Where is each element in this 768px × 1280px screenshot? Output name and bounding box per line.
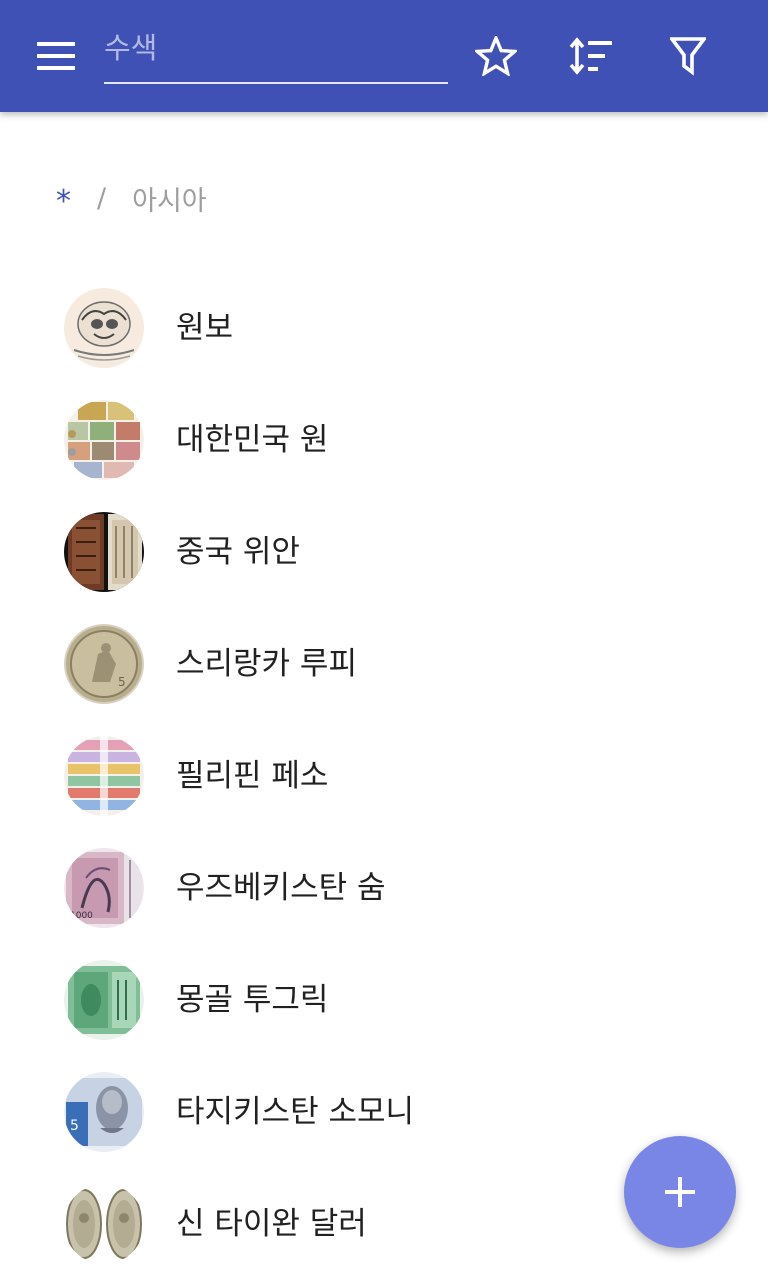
list-item-label: 신 타이완 달러 (176, 1206, 367, 1242)
list-item-label: 중국 위안 (176, 534, 300, 570)
list-item-yuanbao[interactable]: 원보 (0, 272, 768, 384)
breadcrumb-current: 아시아 (132, 185, 207, 217)
menu-button[interactable] (30, 33, 82, 79)
search-field (104, 20, 448, 84)
chinese-notes-thumbnail (64, 512, 144, 592)
list-item-philippine-peso[interactable]: 필리핀 페소 (0, 720, 768, 832)
breadcrumb-root-link[interactable]: * (56, 178, 71, 219)
search-input[interactable] (104, 24, 444, 72)
filter-button[interactable] (660, 28, 716, 84)
svg-text:1000: 1000 (70, 911, 93, 921)
sort-icon (569, 37, 612, 75)
plus-icon (665, 1177, 695, 1207)
list-item-label: 대한민국 원 (176, 422, 329, 458)
favorites-button[interactable] (468, 28, 524, 84)
list-item-korean-won[interactable]: 대한민국 원 (0, 384, 768, 496)
mongolian-banknote-thumbnail (64, 960, 144, 1040)
breadcrumb: * / 아시아 (56, 176, 207, 220)
list-item-uzbek-som[interactable]: 1000 우즈베키스탄 숨 (0, 832, 768, 944)
list-item-label: 원보 (176, 310, 234, 346)
list-item-chinese-yuan[interactable]: 중국 위안 (0, 496, 768, 608)
breadcrumb-separator: / (97, 182, 107, 214)
list-item-label: 몽골 투그릭 (176, 982, 329, 1018)
uzbek-banknote-thumbnail: 1000 (64, 848, 144, 928)
filter-icon (670, 37, 706, 76)
list-item-label: 필리핀 페소 (176, 758, 329, 794)
korean-banknotes-thumbnail (64, 400, 144, 480)
currency-list: 원보 대한민국 원 중국 위안 5 스리랑카 루피 필리핀 페소 1000 우즈… (0, 272, 768, 1280)
add-button[interactable] (624, 1136, 736, 1248)
taiwan-coins-thumbnail (64, 1184, 144, 1264)
list-item-label: 스리랑카 루피 (176, 646, 357, 682)
sort-button[interactable] (563, 28, 619, 84)
hamburger-menu-icon (37, 42, 75, 70)
philippine-banknotes-thumbnail (64, 736, 144, 816)
svg-text:5: 5 (118, 675, 126, 689)
list-item-mongolian-tugrik[interactable]: 몽골 투그릭 (0, 944, 768, 1056)
star-outline-icon (475, 36, 517, 76)
app-screen: * / 아시아 원보 (0, 0, 768, 1280)
list-item-sri-lanka-rupee[interactable]: 5 스리랑카 루피 (0, 608, 768, 720)
ingot-thumbnail (64, 288, 144, 368)
list-item-label: 우즈베키스탄 숨 (176, 870, 386, 906)
svg-text:5: 5 (70, 1118, 79, 1134)
app-bar (0, 0, 768, 112)
tajik-banknote-thumbnail: 5 (64, 1072, 144, 1152)
coin-thumbnail: 5 (64, 624, 144, 704)
list-item-label: 타지키스탄 소모니 (176, 1094, 415, 1130)
